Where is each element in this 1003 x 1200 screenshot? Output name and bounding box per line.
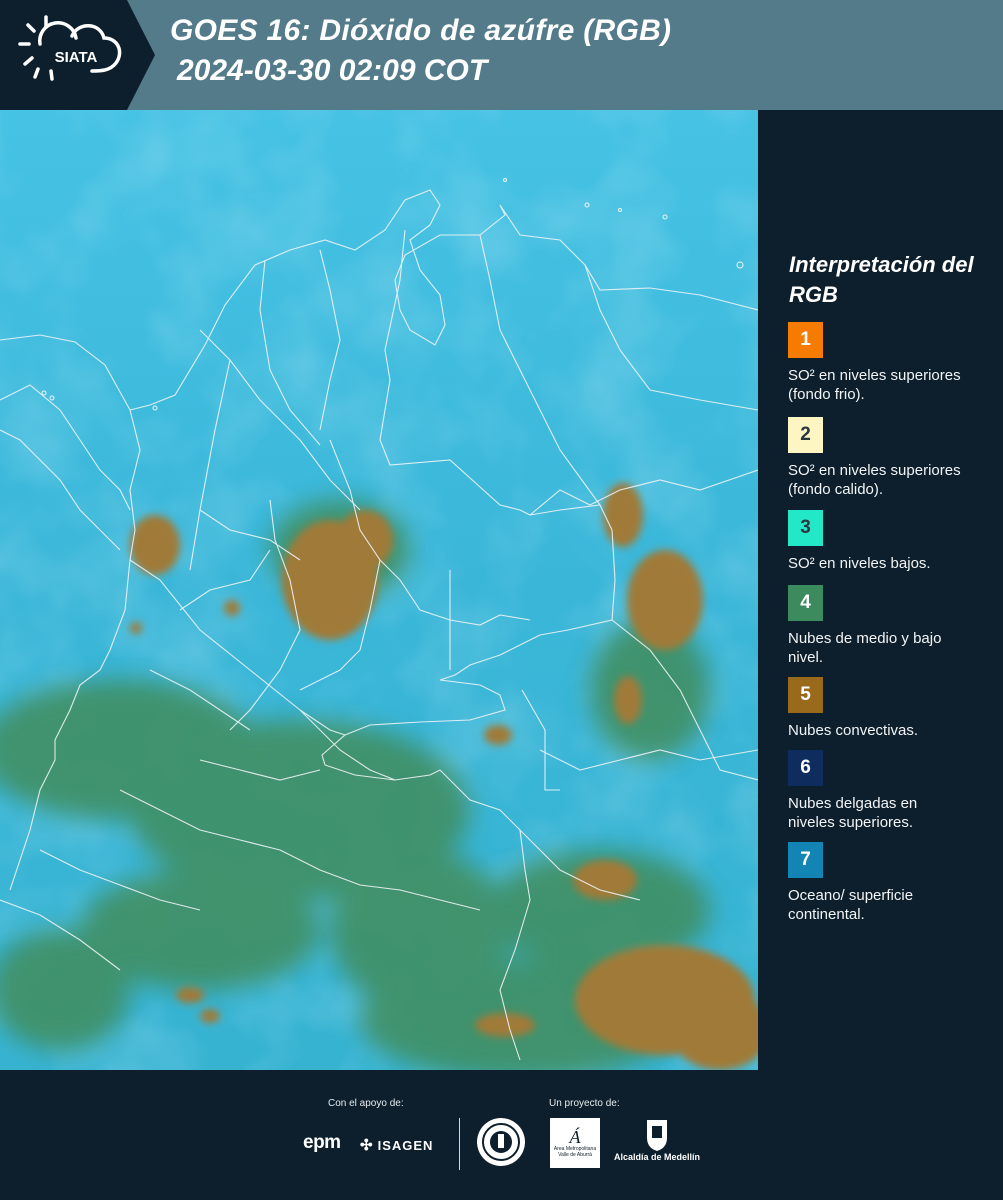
- legend-label-2: SO² en niveles superiores (fondo calido)…: [788, 462, 961, 498]
- title-line-1: GOES 16: Dióxido de azúfre (RGB): [170, 14, 672, 47]
- legend-panel: Interpretación del RGB 1 SO² en niveles …: [760, 110, 1003, 1070]
- project-caption: Un proyecto de:: [549, 1098, 620, 1109]
- epm-logo[interactable]: epm: [303, 1132, 341, 1154]
- alcaldia-medellin-logo[interactable]: Alcaldía de Medellín: [612, 1118, 702, 1162]
- siata-logo[interactable]: SIATA: [0, 0, 155, 110]
- legend-swatch-2: 2: [788, 417, 823, 453]
- header-bar: SIATA GOES 16: Dióxido de azúfre (RGB) 2…: [0, 0, 1003, 110]
- area-metropolitana-logo[interactable]: Á Área Metropolitana Valle de Aburrá: [550, 1118, 600, 1168]
- satellite-map[interactable]: [0, 110, 758, 1070]
- legend-swatch-1: 1: [788, 322, 823, 358]
- legend-swatch-4: 4: [788, 585, 823, 621]
- legend-item-1: 1 SO² en niveles superiores (fondo frio)…: [788, 322, 998, 404]
- seal-icon: [482, 1123, 520, 1161]
- legend-label-6: Nubes delgadas en niveles superiores.: [788, 795, 918, 831]
- legend-swatch-7: 7: [788, 842, 823, 878]
- legend-label-4: Nubes de medio y bajo nivel.: [788, 630, 942, 666]
- support-caption: Con el apoyo de:: [328, 1098, 404, 1109]
- area-logo-text: Área Metropolitana Valle de Aburrá: [553, 1146, 597, 1158]
- legend-item-7: 7 Oceano/ superficie continental.: [788, 842, 998, 924]
- isagen-logo-text: ISAGEN: [377, 1137, 434, 1153]
- legend-label-3: SO² en niveles bajos.: [788, 555, 931, 572]
- alcaldia-logo-text: Alcaldía de Medellín: [613, 1152, 701, 1162]
- area-logo-mark: Á: [569, 1127, 581, 1147]
- legend-item-5: 5 Nubes convectivas.: [788, 677, 998, 740]
- isagen-icon: ✣: [360, 1137, 374, 1154]
- legend-item-6: 6 Nubes delgadas en niveles superiores.: [788, 750, 998, 832]
- legend-swatch-5: 5: [788, 677, 823, 713]
- siata-logo-graphic: SIATA: [0, 0, 155, 110]
- coat-of-arms-icon: [647, 1120, 667, 1151]
- isagen-logo[interactable]: ✣ ISAGEN: [360, 1136, 433, 1154]
- legend-label-7: Oceano/ superficie continental.: [788, 887, 914, 923]
- footer-divider: [459, 1118, 460, 1170]
- footer-bar: Con el apoyo de: Un proyecto de: epm ✣ I…: [0, 1070, 1003, 1200]
- seal-logo[interactable]: [477, 1118, 525, 1166]
- legend-item-2: 2 SO² en niveles superiores (fondo calid…: [788, 417, 998, 499]
- legend-label-5: Nubes convectivas.: [788, 722, 919, 739]
- title-line-2: 2024-03-30 02:09 COT: [177, 54, 488, 87]
- siata-logo-text: SIATA: [55, 49, 98, 66]
- satellite-image: [0, 110, 758, 1070]
- legend-swatch-3: 3: [788, 510, 823, 546]
- legend-item-3: 3 SO² en niveles bajos.: [788, 510, 998, 573]
- legend-label-1: SO² en niveles superiores (fondo frio).: [788, 367, 961, 403]
- legend-item-4: 4 Nubes de medio y bajo nivel.: [788, 585, 998, 667]
- legend-title: Interpretación del RGB: [789, 252, 974, 307]
- legend-swatch-6: 6: [788, 750, 823, 786]
